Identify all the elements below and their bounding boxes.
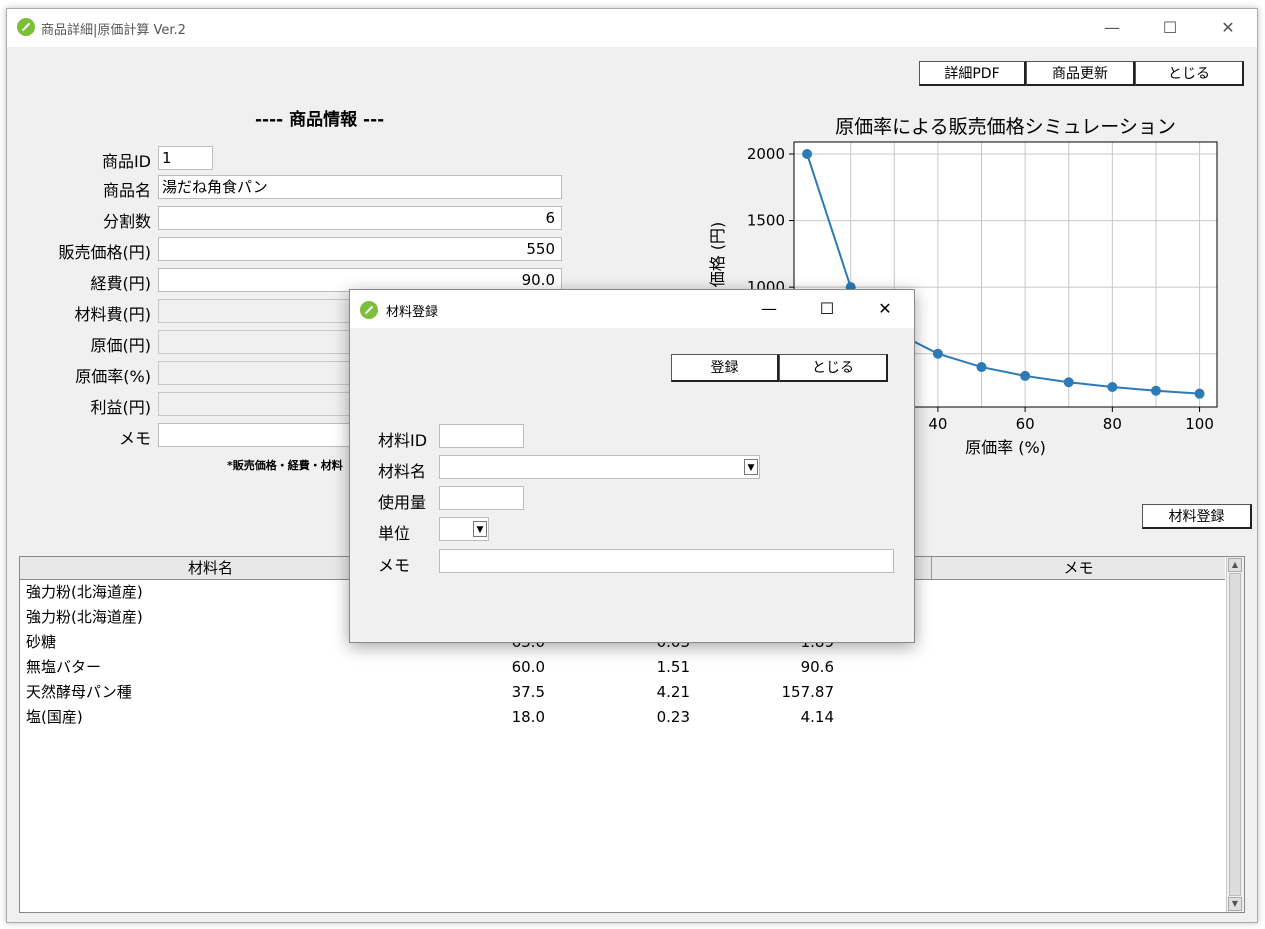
divisions-label: 分割数 xyxy=(102,212,151,231)
app-icon xyxy=(17,18,35,36)
cost-label: 原価(円) xyxy=(90,336,152,355)
y-tick-label: 2000 xyxy=(747,145,785,163)
table-cell-name: 強力粉(北海道産) xyxy=(26,608,143,626)
x-axis-label: 原価率 (%) xyxy=(965,438,1046,457)
chevron-down-icon[interactable]: ▼ xyxy=(473,521,487,537)
table-cell-name: 砂糖 xyxy=(26,633,57,651)
data-point xyxy=(1063,377,1074,388)
section-title: ---- 商品情報 --- xyxy=(255,110,385,130)
memo-label: メモ xyxy=(118,429,151,448)
column-header-memo[interactable]: メモ xyxy=(932,557,1225,579)
table-row[interactable]: 塩(国産) 18.0 0.23 4.14 xyxy=(20,705,1225,730)
table-cell-name: 天然酵母パン種 xyxy=(26,683,132,701)
table-cell-unit-price: 4.21 xyxy=(656,683,690,701)
product-name-field[interactable]: 湯だね角食パン xyxy=(158,175,562,199)
dialog-close-window-button[interactable]: ✕ xyxy=(856,290,914,328)
y-axis-label: 価格 (円) xyxy=(708,222,727,288)
x-tick-label: 60 xyxy=(1016,415,1035,433)
material-id-label: 材料ID xyxy=(378,431,428,450)
x-tick-label: 100 xyxy=(1185,415,1214,433)
table-cell-unit-price: 1.51 xyxy=(656,658,690,676)
data-point xyxy=(932,348,943,359)
data-point xyxy=(1107,382,1118,393)
unit-dropdown[interactable]: ▼ xyxy=(439,517,489,541)
chevron-down-icon[interactable]: ▼ xyxy=(744,459,758,475)
dialog-close-button[interactable]: とじる xyxy=(779,354,888,382)
vertical-scrollbar[interactable]: ▲ ▼ xyxy=(1226,557,1244,912)
product-name-label: 商品名 xyxy=(102,181,151,200)
table-cell-qty: 18.0 xyxy=(511,708,545,726)
table-cell-cost: 157.87 xyxy=(781,683,835,701)
divisions-field[interactable]: 6 xyxy=(158,206,562,230)
unit-label: 単位 xyxy=(378,524,411,543)
dialog-memo-field[interactable] xyxy=(439,549,894,573)
close-window-button[interactable]: ✕ xyxy=(1199,9,1257,47)
dialog-app-icon xyxy=(360,301,378,319)
usage-label: 使用量 xyxy=(378,493,427,512)
table-row[interactable]: 無塩バター 60.0 1.51 90.6 xyxy=(20,655,1225,680)
maximize-button[interactable]: ☐ xyxy=(1141,9,1199,47)
product-id-field[interactable]: 1 xyxy=(158,146,213,170)
dialog-memo-label: メモ xyxy=(378,556,411,575)
scroll-up-arrow[interactable]: ▲ xyxy=(1228,558,1242,572)
table-cell-cost: 4.14 xyxy=(800,708,834,726)
table-cell-name: 無塩バター xyxy=(26,658,102,676)
material-cost-label: 材料費(円) xyxy=(74,305,152,324)
material-id-field[interactable] xyxy=(439,424,524,448)
y-tick-label: 1500 xyxy=(747,212,785,230)
material-name-dropdown[interactable]: ▼ xyxy=(439,455,760,479)
table-cell-unit-price: 0.23 xyxy=(656,708,690,726)
minimize-button[interactable]: — xyxy=(1083,9,1141,47)
scroll-thumb[interactable] xyxy=(1229,573,1241,896)
material-register-dialog: 材料登録 — ☐ ✕ 登録 とじる 材料ID 材料名 ▼ 使用量 単位 ▼ メモ xyxy=(349,289,915,643)
table-cell-qty: 37.5 xyxy=(511,683,545,701)
data-point xyxy=(802,148,813,159)
x-tick-label: 40 xyxy=(928,415,947,433)
data-point xyxy=(976,362,987,373)
material-name-label: 材料名 xyxy=(378,462,427,481)
scroll-down-arrow[interactable]: ▼ xyxy=(1228,897,1242,911)
x-tick-label: 80 xyxy=(1103,415,1122,433)
data-point xyxy=(1150,385,1161,396)
material-register-button[interactable]: 材料登録 xyxy=(1142,504,1252,529)
table-cell-cost: 90.6 xyxy=(800,658,834,676)
dialog-title-bar: 材料登録 — ☐ ✕ xyxy=(350,290,914,328)
table-cell-name: 強力粉(北海道産) xyxy=(26,583,143,601)
data-point xyxy=(1020,370,1031,381)
table-row[interactable]: 天然酵母パン種 37.5 4.21 157.87 xyxy=(20,680,1225,705)
note-text: *販売価格・経費・材料 xyxy=(227,459,343,472)
dialog-title: 材料登録 xyxy=(386,305,439,320)
column-header-material-name[interactable]: 材料名 xyxy=(20,557,402,579)
price-field[interactable]: 550 xyxy=(158,237,562,261)
dialog-maximize-button[interactable]: ☐ xyxy=(798,290,856,328)
title-bar: 商品詳細|原価計算 Ver.2 — ☐ ✕ xyxy=(7,9,1257,47)
cost-rate-label: 原価率(%) xyxy=(75,367,151,386)
update-product-button[interactable]: 商品更新 xyxy=(1026,61,1135,86)
dialog-minimize-button[interactable]: — xyxy=(740,290,798,328)
table-cell-qty: 60.0 xyxy=(511,658,545,676)
window-title: 商品詳細|原価計算 Ver.2 xyxy=(41,23,186,38)
data-point xyxy=(1194,388,1205,399)
profit-label: 利益(円) xyxy=(90,398,152,417)
detail-pdf-button[interactable]: 詳細PDF xyxy=(919,61,1026,86)
product-id-label: 商品ID xyxy=(101,152,151,171)
expense-label: 経費(円) xyxy=(90,274,152,293)
table-cell-name: 塩(国産) xyxy=(26,708,83,726)
register-button[interactable]: 登録 xyxy=(671,354,779,382)
usage-field[interactable] xyxy=(439,486,524,510)
price-label: 販売価格(円) xyxy=(58,243,152,262)
chart-title: 原価率による販売価格シミュレーション xyxy=(835,116,1176,138)
close-button[interactable]: とじる xyxy=(1135,61,1244,86)
